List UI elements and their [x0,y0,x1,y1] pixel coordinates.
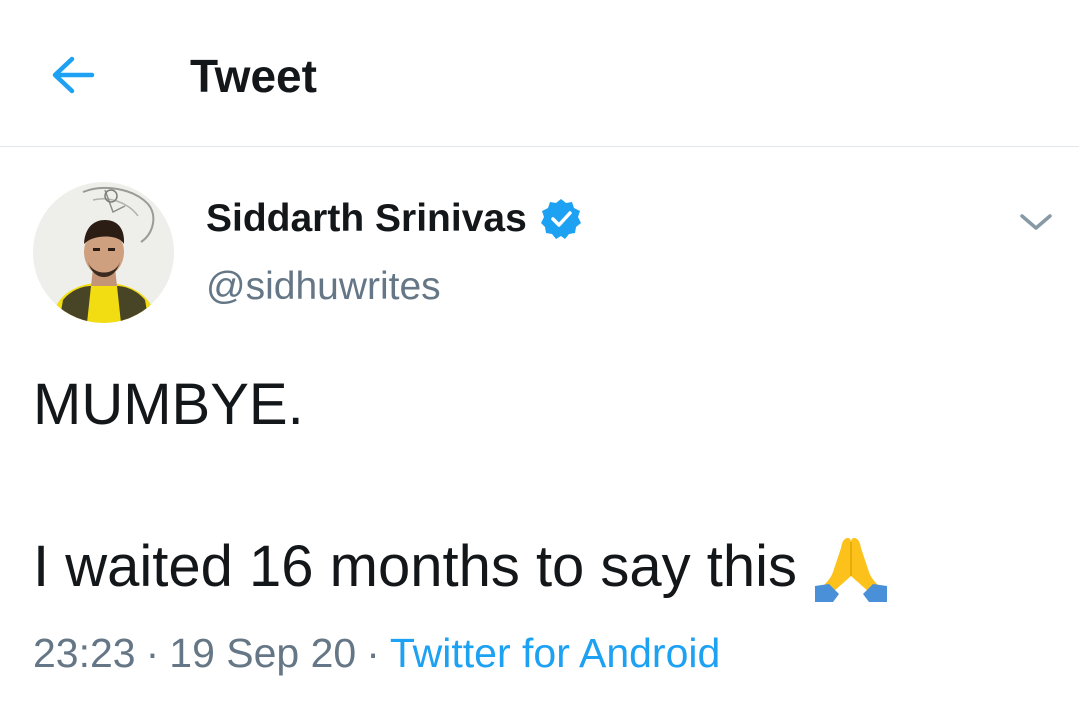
separator: · [366,630,380,676]
verified-badge-icon [540,199,581,239]
author-name-row[interactable]: Siddarth Srinivas [206,194,583,244]
tweet-text-line-1: MUMBYE. [33,372,304,437]
tweet-date: 19 Sep 20 [169,630,357,676]
tweet-source-link[interactable]: Twitter for Android [390,630,720,676]
tweet-menu-button[interactable] [1014,200,1058,244]
tweet-text-line-2: I waited 16 months to say this [33,534,798,599]
tweet-time: 23:23 [33,630,136,676]
page-title: Tweet [190,50,317,102]
tweet-metadata: 23:23 · 19 Sep 20 · Twitter for Android [33,628,720,678]
author-display-name: Siddarth Srinivas [206,197,527,240]
folded-hands-emoji-icon [815,538,888,602]
arrow-left-icon [52,56,95,94]
tweet-text-line-2-row: I waited 16 months to say this [33,532,891,602]
back-button[interactable] [40,46,106,104]
avatar[interactable] [33,182,174,323]
separator: · [145,630,160,676]
author-handle[interactable]: @sidhuwrites [206,262,441,312]
chevron-down-icon [1020,214,1052,230]
top-app-bar: Tweet [0,0,1079,147]
